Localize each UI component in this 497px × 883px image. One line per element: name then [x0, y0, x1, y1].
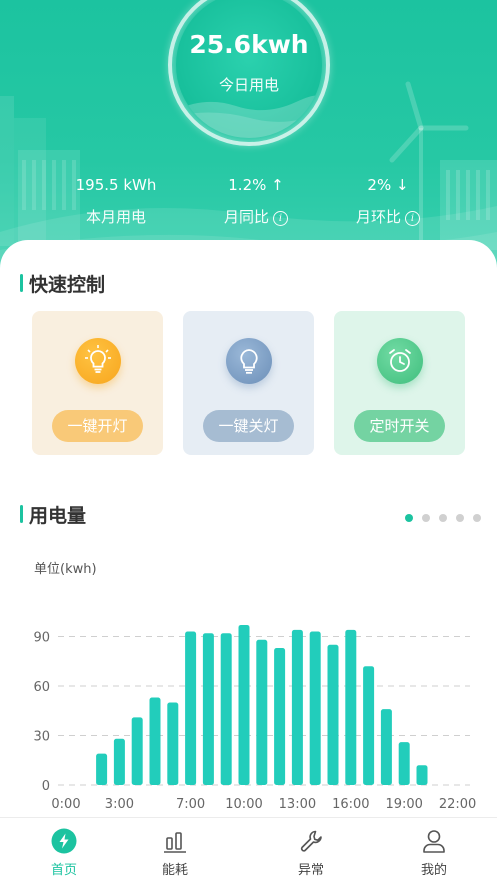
user-icon — [423, 830, 445, 853]
stat-yoy: 1.2% ↑ 月同比 i — [186, 176, 326, 227]
x-tick-label: 7:00 — [176, 797, 205, 812]
timer-switch-button[interactable]: 定时开关 — [354, 410, 445, 442]
info-icon[interactable]: i — [273, 211, 288, 226]
nav-energy[interactable]: 能耗 — [115, 818, 235, 883]
lights-off-button[interactable]: 一键关灯 — [203, 410, 294, 442]
stat-value: 195.5 kWh — [75, 176, 157, 194]
stat-month-usage: 195.5 kWh 本月用电 — [46, 176, 186, 227]
card-timer-switch[interactable]: 定时开关 — [334, 311, 465, 455]
card-lights-on[interactable]: 一键开灯 — [32, 311, 163, 455]
nav-label: 能耗 — [161, 863, 188, 878]
x-tick-label: 3:00 — [105, 797, 134, 812]
stat-label: 本月用电 — [85, 208, 146, 226]
today-usage-label: 今日用电 — [218, 76, 279, 94]
chart-bar — [398, 742, 410, 785]
pager-dot[interactable] — [422, 514, 430, 522]
pager-dot[interactable] — [405, 514, 413, 522]
nav-label: 异常 — [297, 863, 324, 878]
chart-bar — [238, 624, 250, 785]
bolt-icon — [51, 828, 77, 854]
pager-dot[interactable] — [473, 514, 481, 522]
info-icon[interactable]: i — [405, 211, 420, 226]
chart-bar — [416, 765, 428, 785]
chart-bar — [309, 631, 321, 785]
lights-on-button[interactable]: 一键开灯 — [52, 410, 143, 442]
pager-dot[interactable] — [439, 514, 447, 522]
bulb-off-icon — [226, 338, 272, 384]
chart-bar — [167, 702, 179, 785]
y-tick-label: 30 — [33, 730, 50, 745]
x-tick-label: 10:00 — [225, 797, 262, 812]
nav-home[interactable]: 首页 — [4, 818, 124, 883]
stat-label: 月同比 i — [186, 206, 326, 227]
wrench-icon — [300, 830, 322, 852]
x-tick-label: 0:00 — [51, 797, 80, 812]
bottom-nav: 首页 能耗 异常 我的 — [0, 817, 497, 883]
stat-value: 1.2% ↑ — [228, 176, 284, 194]
x-tick-label: 19:00 — [385, 797, 422, 812]
chart-bar — [256, 639, 268, 785]
today-gauge — [176, 0, 322, 138]
chart-bar — [202, 633, 214, 785]
nav-profile[interactable]: 我的 — [374, 818, 494, 883]
chart-bar — [149, 697, 161, 785]
stat-mom: 2% ↓ 月环比 i — [318, 176, 458, 227]
chart-bar — [131, 717, 143, 785]
usage-bar-chart: 0 30 60 90 0:00 3:00 7:00 10:00 13:00 16:00 19:00 2… — [33, 624, 476, 812]
stat-value: 2% ↓ — [367, 176, 409, 194]
card-lights-off[interactable]: 一键关灯 — [183, 311, 314, 455]
y-tick-label: 60 — [33, 680, 50, 695]
alarm-clock-icon — [377, 338, 423, 384]
section-title-usage: 用电量 — [20, 501, 86, 528]
chart-bar — [345, 629, 357, 785]
nav-alerts[interactable]: 异常 — [251, 818, 371, 883]
y-tick-label: 0 — [42, 779, 50, 794]
bulb-on-icon — [75, 338, 121, 384]
pager-dot[interactable] — [456, 514, 464, 522]
chart-bar — [220, 633, 232, 785]
chart-bar — [363, 666, 375, 785]
gauge-wave — [176, 95, 322, 138]
chart-bar — [185, 631, 197, 785]
chart-bar — [274, 648, 286, 785]
today-usage-value: 25.6kwh — [189, 30, 309, 59]
section-title-quick-control: 快速控制 — [20, 270, 105, 297]
bar-chart-icon — [164, 832, 186, 853]
chart-bar — [96, 753, 108, 785]
chart-unit-label: 单位(kwh) — [34, 562, 97, 577]
chart-bar — [327, 644, 339, 785]
nav-label: 首页 — [50, 863, 77, 878]
chart-pager-dots[interactable] — [405, 514, 485, 524]
x-tick-label: 16:00 — [332, 797, 369, 812]
x-tick-label: 22:00 — [439, 797, 476, 812]
chart-bar — [380, 709, 392, 785]
chart-bar — [113, 738, 125, 785]
chart-bar — [291, 629, 303, 785]
nav-label: 我的 — [420, 863, 447, 878]
stat-label: 月环比 i — [318, 206, 458, 227]
y-tick-label: 90 — [33, 631, 50, 646]
x-tick-label: 13:00 — [279, 797, 316, 812]
